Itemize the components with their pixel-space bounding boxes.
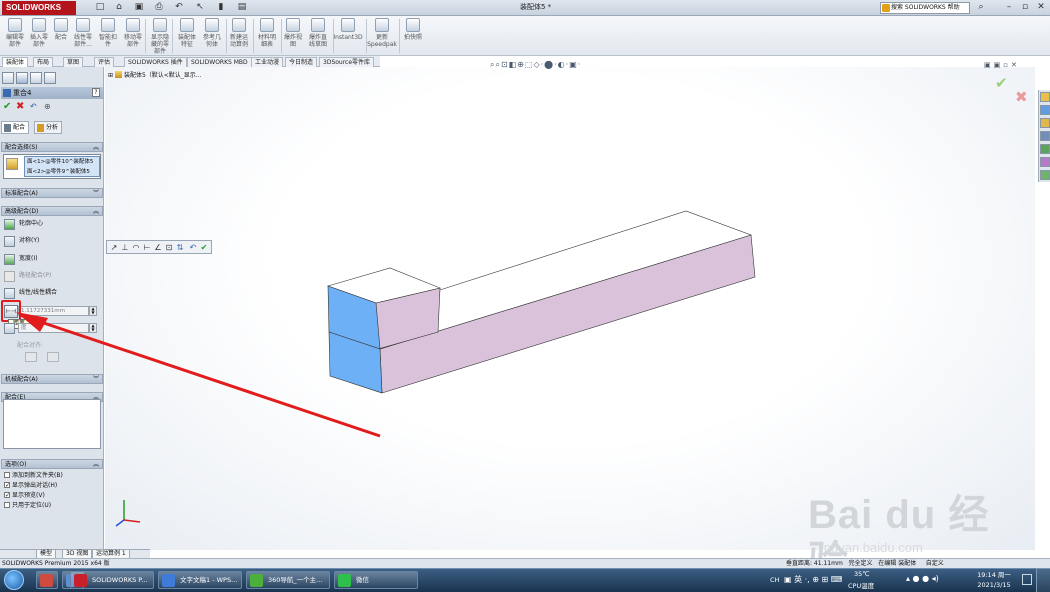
temperature-value: 35℃ — [854, 570, 870, 578]
status-product: SOLIDWORKS Premium 2015 x64 版 — [2, 560, 110, 567]
taskbar-360-label: 360导航_一个主... — [268, 576, 323, 584]
notification-icon[interactable] — [1022, 574, 1032, 585]
status-definition: 完全定义 — [848, 560, 873, 567]
taskbar-solidworks[interactable]: SOLIDWORKS P... — [70, 571, 154, 589]
status-distance: 垂直距离: 41.11mm — [786, 560, 843, 567]
watermark-logo: Bai du 经验 — [808, 493, 990, 583]
taskbar-app-1[interactable] — [36, 571, 58, 589]
wps-icon — [162, 574, 175, 587]
taskbar-wps[interactable]: 文字文稿1 - WPS... — [158, 571, 242, 589]
taskbar-solidworks-label: SOLIDWORKS P... — [92, 576, 148, 584]
tray-status-icons[interactable]: ▴ ● ● ◂) — [906, 574, 939, 583]
browser-icon — [250, 574, 263, 587]
temperature-label: CPU温度 — [848, 582, 875, 590]
app-icon — [40, 574, 53, 587]
wechat-icon — [338, 574, 351, 587]
taskbar-wechat[interactable]: 微信 — [334, 571, 418, 589]
taskbar-360[interactable]: 360导航_一个主... — [246, 571, 330, 589]
ime-indicator[interactable]: CH — [770, 576, 779, 584]
reference-triad — [115, 500, 141, 527]
tray-icons[interactable]: ▣ 英 ·, ⊕ ⊞ ⌨ — [784, 574, 842, 585]
clock-time: 19:14 周一 — [977, 571, 1011, 579]
show-desktop-button[interactable] — [1036, 568, 1050, 592]
solidworks-icon — [74, 574, 87, 587]
annotation-arrow-head — [16, 312, 48, 332]
status-right: 垂直距离: 41.11mm 完全定义 在编辑 装配体 自定义 — [786, 559, 1036, 568]
watermark-url: jingyan.baidu.com — [818, 540, 923, 555]
clock-date: 2021/3/15 — [977, 581, 1011, 589]
taskbar-wps-label: 文字文稿1 - WPS... — [180, 576, 238, 584]
start-button[interactable] — [4, 570, 24, 590]
triad-x-axis — [123, 519, 141, 523]
bottom-tabs: 模型 3D 视图 运动算例 1 — [0, 549, 150, 559]
triad-z-axis — [115, 519, 125, 527]
taskbar-wechat-label: 微信 — [356, 576, 369, 584]
status-units[interactable]: 自定义 — [926, 560, 944, 567]
status-editing: 在编辑 装配体 — [878, 560, 917, 567]
taskbar-clock[interactable]: 19:14 周一 2021/3/15 — [972, 570, 1016, 590]
annotation-arrow-shaft — [19, 313, 381, 438]
